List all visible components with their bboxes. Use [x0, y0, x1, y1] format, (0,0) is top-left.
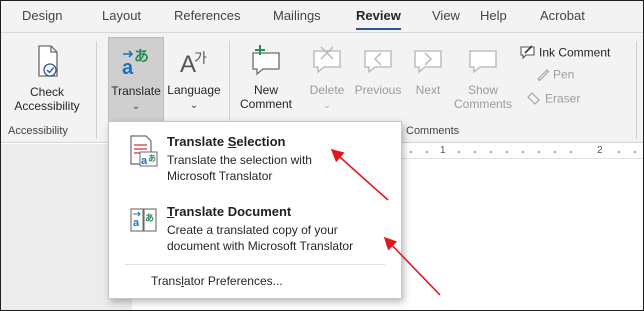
- screenshot-border: [0, 0, 644, 311]
